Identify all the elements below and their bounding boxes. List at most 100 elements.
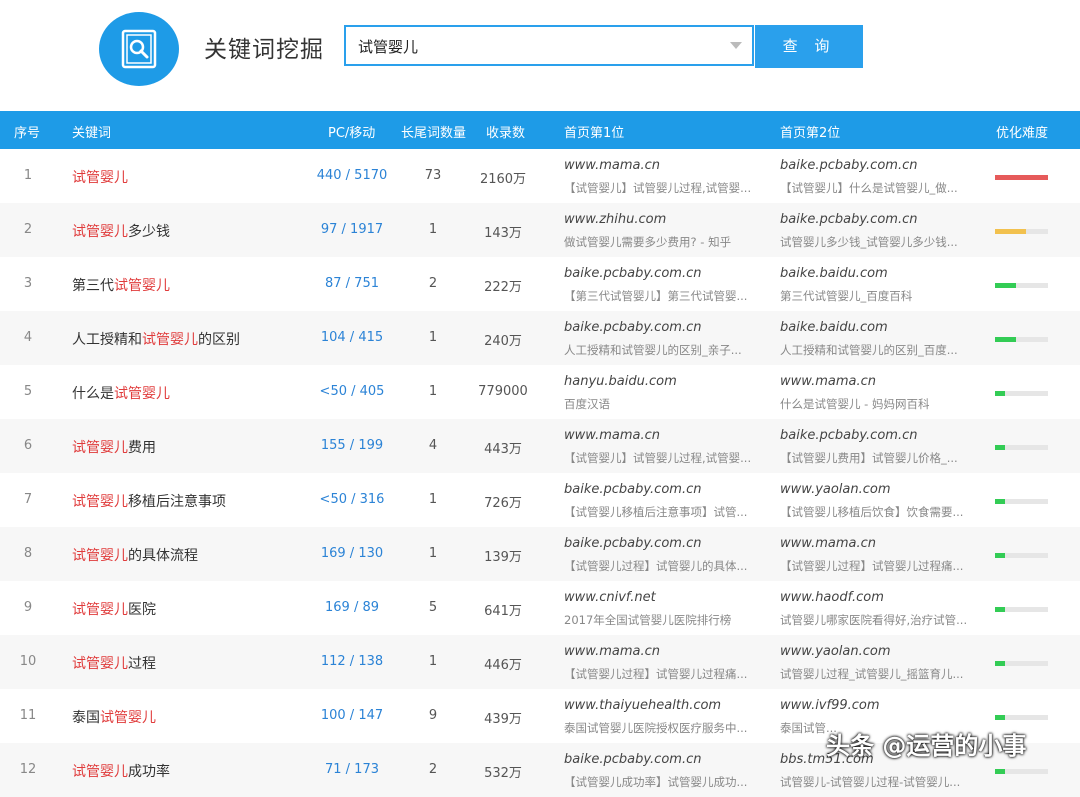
keyword-suffix: 的具体流程 [128, 548, 198, 564]
table-row[interactable]: 9 试管婴儿医院 169 / 89 5 641万 www.cnivf.net 2017年全国… [0, 581, 1080, 635]
pc-mobile-link[interactable]: 87 / 751 [300, 276, 404, 291]
keyword-prefix: 泰国 [72, 710, 100, 726]
table-row[interactable]: 1 试管婴儿 440 / 5170 73 2160万 www.mama.cn 【试管婴儿】试… [0, 149, 1080, 203]
keyword-link[interactable]: 试管婴儿 [72, 167, 128, 187]
first-site-link[interactable]: www.thaiyuehealth.com [564, 698, 721, 713]
search-button[interactable]: 查 询 [755, 25, 863, 68]
difficulty-bar [995, 337, 1048, 342]
table-row[interactable]: 3 第三代试管婴儿 87 / 751 2 222万 baike.pcbaby.com.cn… [0, 257, 1080, 311]
first-site-desc: 【试管婴儿过程】试管婴儿过程痛... [564, 667, 748, 681]
second-site-link[interactable]: www.mama.cn [780, 536, 876, 551]
first-site-link[interactable]: baike.pcbaby.com.cn [564, 536, 701, 551]
keyword-link[interactable]: 试管婴儿费用 [72, 437, 156, 457]
keyword-highlight: 试管婴儿 [72, 224, 128, 240]
difficulty-bar-fill [995, 391, 1005, 396]
second-site-link[interactable]: baike.baidu.com [780, 320, 888, 335]
keyword-link[interactable]: 泰国试管婴儿 [72, 707, 156, 727]
dropdown-caret-icon[interactable] [730, 42, 742, 49]
col-second: 首页第2位 [780, 126, 841, 141]
second-site-desc: 人工授精和试管婴儿的区别_百度... [780, 343, 958, 357]
pc-mobile-link[interactable]: 71 / 173 [300, 762, 404, 777]
first-site-desc: 【试管婴儿】试管婴儿过程,试管婴... [564, 181, 752, 195]
second-site-desc: 试管婴儿-试管婴儿过程-试管婴儿... [780, 775, 961, 789]
table-row[interactable]: 10 试管婴儿过程 112 / 138 1 446万 www.mama.cn 【试管婴儿过程… [0, 635, 1080, 689]
search-box[interactable] [344, 25, 754, 66]
keyword-link[interactable]: 什么是试管婴儿 [72, 383, 170, 403]
pc-mobile-link[interactable]: 155 / 199 [300, 438, 404, 453]
first-site-link[interactable]: www.cnivf.net [564, 590, 656, 605]
keyword-highlight: 试管婴儿 [72, 548, 128, 564]
pc-mobile-link[interactable]: 440 / 5170 [300, 168, 404, 183]
difficulty-bar-fill [995, 607, 1005, 612]
keyword-link[interactable]: 试管婴儿成功率 [72, 761, 170, 781]
first-site-desc: 百度汉语 [564, 397, 610, 411]
first-site-link[interactable]: baike.pcbaby.com.cn [564, 266, 701, 281]
long-tail-count: 9 [428, 708, 438, 723]
table-row[interactable]: 7 试管婴儿移植后注意事项 <50 / 316 1 726万 baike.pcbaby.c… [0, 473, 1080, 527]
pc-mobile-link[interactable]: 100 / 147 [300, 708, 404, 723]
second-site-link[interactable]: baike.pcbaby.com.cn [780, 158, 917, 173]
pc-mobile-link[interactable]: 97 / 1917 [300, 222, 404, 237]
second-site-link[interactable]: www.ivf99.com [780, 698, 880, 713]
difficulty-bar-fill [995, 499, 1005, 504]
table-row[interactable]: 5 什么是试管婴儿 <50 / 405 1 779000 hanyu.baidu.com 百… [0, 365, 1080, 419]
record-count: 139万 [484, 550, 522, 565]
first-site-link[interactable]: baike.pcbaby.com.cn [564, 752, 701, 767]
pc-mobile-link[interactable]: <50 / 316 [300, 492, 404, 507]
keyword-highlight: 试管婴儿 [100, 710, 156, 726]
second-site-link[interactable]: www.mama.cn [780, 374, 876, 389]
first-site-desc: 泰国试管婴儿医院授权医疗服务中... [564, 721, 748, 735]
table-header: 序号 关键词 PC/移动 长尾词数量 收录数 首页第1位 首页第2位 优化难度 [0, 111, 1080, 149]
difficulty-bar-fill [995, 283, 1016, 288]
long-tail-count: 1 [428, 546, 438, 561]
keyword-highlight: 试管婴儿 [72, 494, 128, 510]
long-tail-count: 2 [428, 762, 438, 777]
second-site-link[interactable]: baike.pcbaby.com.cn [780, 428, 917, 443]
long-tail-count: 1 [428, 492, 438, 507]
keyword-link[interactable]: 试管婴儿医院 [72, 599, 156, 619]
first-site-desc: 【试管婴儿过程】试管婴儿的具体... [564, 559, 748, 573]
first-site-link[interactable]: www.mama.cn [564, 158, 660, 173]
pc-mobile-link[interactable]: 169 / 89 [300, 600, 404, 615]
first-site-link[interactable]: www.mama.cn [564, 428, 660, 443]
first-site-desc: 做试管婴儿需要多少费用? - 知乎 [564, 235, 732, 249]
first-site-desc: 【试管婴儿成功率】试管婴儿成功... [564, 775, 748, 789]
difficulty-bar-fill [995, 661, 1005, 666]
first-site-link[interactable]: www.mama.cn [564, 644, 660, 659]
first-site-link[interactable]: baike.pcbaby.com.cn [564, 482, 701, 497]
keyword-link[interactable]: 试管婴儿过程 [72, 653, 156, 673]
record-count: 240万 [484, 334, 522, 349]
row-index: 10 [19, 654, 37, 669]
keyword-highlight: 试管婴儿 [72, 602, 128, 618]
first-site-link[interactable]: hanyu.baidu.com [564, 374, 677, 389]
record-count: 446万 [484, 658, 522, 673]
first-site-desc: 【试管婴儿移植后注意事项】试管... [564, 505, 748, 519]
long-tail-count: 5 [428, 600, 438, 615]
keyword-link[interactable]: 人工授精和试管婴儿的区别 [72, 329, 240, 349]
table-row[interactable]: 8 试管婴儿的具体流程 169 / 130 1 139万 baike.pcbaby.com… [0, 527, 1080, 581]
keyword-link[interactable]: 试管婴儿移植后注意事项 [72, 491, 226, 511]
table-row[interactable]: 2 试管婴儿多少钱 97 / 1917 1 143万 www.zhihu.com 做试管婴儿… [0, 203, 1080, 257]
table-row[interactable]: 6 试管婴儿费用 155 / 199 4 443万 www.mama.cn 【试管婴儿】试管… [0, 419, 1080, 473]
long-tail-count: 1 [428, 384, 438, 399]
row-index: 4 [23, 330, 33, 345]
second-site-link[interactable]: www.yaolan.com [780, 482, 891, 497]
second-site-link[interactable]: www.haodf.com [780, 590, 884, 605]
pc-mobile-link[interactable]: 104 / 415 [300, 330, 404, 345]
search-input[interactable] [356, 27, 720, 66]
pc-mobile-link[interactable]: 169 / 130 [300, 546, 404, 561]
second-site-link[interactable]: www.yaolan.com [780, 644, 891, 659]
keyword-suffix: 过程 [128, 656, 156, 672]
table-row[interactable]: 4 人工授精和试管婴儿的区别 104 / 415 1 240万 baike.pcbaby.… [0, 311, 1080, 365]
first-site-link[interactable]: baike.pcbaby.com.cn [564, 320, 701, 335]
long-tail-count: 73 [424, 168, 442, 183]
keyword-link[interactable]: 第三代试管婴儿 [72, 275, 170, 295]
pc-mobile-link[interactable]: <50 / 405 [300, 384, 404, 399]
second-site-desc: 【试管婴儿】什么是试管婴儿_做... [780, 181, 958, 195]
keyword-link[interactable]: 试管婴儿多少钱 [72, 221, 170, 241]
second-site-link[interactable]: baike.baidu.com [780, 266, 888, 281]
second-site-link[interactable]: baike.pcbaby.com.cn [780, 212, 917, 227]
first-site-link[interactable]: www.zhihu.com [564, 212, 666, 227]
keyword-link[interactable]: 试管婴儿的具体流程 [72, 545, 198, 565]
pc-mobile-link[interactable]: 112 / 138 [300, 654, 404, 669]
